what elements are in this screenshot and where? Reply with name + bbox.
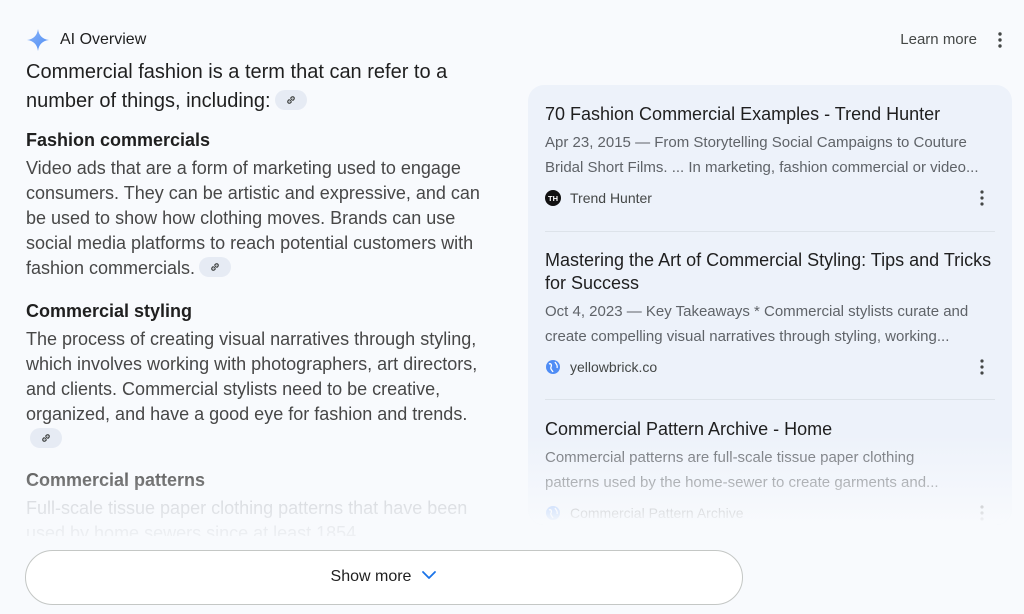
chevron-down-icon [422,570,437,579]
section-body-fashion-commercials: Video ads that are a form of marketing u… [26,156,496,281]
ai-overview-page: AI Overview Learn more Commercial fashio… [0,0,1024,614]
citation-link-chip[interactable] [30,428,62,449]
snippet-line: Apr 23, 2015 — From Storytelling Social … [545,134,967,151]
source-site: TH Trend Hunter [545,188,995,208]
kebab-icon[interactable] [973,503,991,523]
source-site: yellowbrick.co [545,357,995,377]
kebab-icon[interactable] [973,188,991,208]
snippet-line: patterns used by the home-sewer to creat… [545,474,939,491]
section-title-commercial-patterns: Commercial patterns [26,470,206,490]
sources-panel: 70 Fashion Commercial Examples - Trend H… [528,85,1012,525]
site-name: Trend Hunter [570,190,652,206]
source-title[interactable]: 70 Fashion Commercial Examples - Trend H… [545,103,995,126]
source-title[interactable]: Commercial Pattern Archive - Home [545,418,995,441]
kebab-icon[interactable] [990,30,1010,50]
site-name: Commercial Pattern Archive [570,505,744,521]
link-icon [42,434,50,443]
overview-content: Commercial fashion is a term that can re… [26,58,496,536]
learn-more-link[interactable]: Learn more [900,31,977,48]
trendhunter-icon: TH [545,190,561,206]
globe-icon [546,360,560,374]
source-snippet: Commercial patterns are full-scale tissu… [545,445,995,495]
snippet-line: Bridal Short Films. ... In marketing, fa… [545,159,979,176]
link-icon [286,95,295,104]
ai-overview-title: AI Overview [60,31,147,48]
snippet-line: Oct 4, 2023 — Key Takeaways * Commercial… [545,303,969,320]
show-more-button[interactable]: Show more [25,550,743,605]
section-body-text: Video ads that are a form of marketing u… [26,158,480,278]
ai-overview-header: AI Overview Learn more [26,28,1010,52]
citation-link-chip[interactable] [199,257,232,278]
section-body-text: The process of creating visual narrative… [26,329,478,424]
site-name: yellowbrick.co [570,359,658,375]
source-snippet: Oct 4, 2023 — Key Takeaways * Commercial… [545,299,995,349]
source-divider [545,231,995,232]
citation-link-chip[interactable] [274,89,307,110]
overview-intro: Commercial fashion is a term that can re… [26,58,496,116]
source-card[interactable]: Commercial Pattern Archive - Home Commer… [545,418,995,523]
section-body-commercial-styling: The process of creating visual narrative… [26,327,496,452]
overview-intro-text: Commercial fashion is a term that can re… [26,61,448,112]
kebab-icon[interactable] [973,357,991,377]
favicon-text: TH [548,194,558,203]
section-body-commercial-patterns: Full-scale tissue paper clothing pattern… [26,498,468,536]
source-title[interactable]: Mastering the Art of Commercial Styling:… [545,249,995,295]
snippet-line: create compelling visual narratives thro… [545,328,950,345]
section-title-commercial-styling: Commercial styling [26,301,193,321]
source-card[interactable]: Mastering the Art of Commercial Styling:… [545,249,995,377]
source-divider [545,399,995,400]
spark-icon [27,29,49,51]
show-more-content: Show more [26,568,742,586]
show-more-label: Show more [330,568,412,585]
link-icon [211,263,219,272]
section-title-fashion-commercials: Fashion commercials [26,130,211,150]
source-snippet: Apr 23, 2015 — From Storytelling Social … [545,130,995,180]
globe-icon [546,506,560,520]
source-card[interactable]: 70 Fashion Commercial Examples - Trend H… [545,103,995,208]
source-site: Commercial Pattern Archive [545,503,995,523]
snippet-line: Commercial patterns are full-scale tissu… [545,449,915,466]
